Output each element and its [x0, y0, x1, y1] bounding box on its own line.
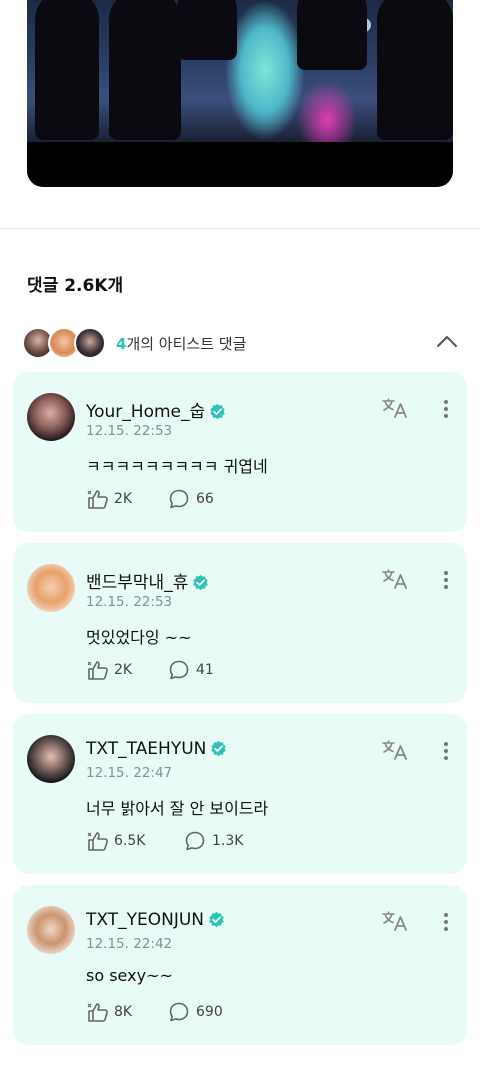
reply-count: 690 — [196, 1004, 223, 1020]
reply-count: 66 — [196, 491, 214, 507]
like-count: 2K — [114, 662, 133, 678]
reply-button[interactable]: 41 — [168, 659, 248, 681]
verified-badge-icon — [210, 403, 225, 420]
comment-bubble-icon — [185, 831, 205, 851]
reply-button[interactable]: 66 — [168, 488, 248, 510]
comment-text: 너무 밝아서 잘 안 보이드라 — [86, 799, 269, 818]
more-options-icon[interactable] — [443, 741, 449, 761]
translate-icon[interactable] — [381, 910, 409, 932]
video-frame — [27, 0, 453, 142]
like-icon — [87, 832, 108, 851]
like-icon — [87, 1003, 108, 1022]
like-button[interactable]: 6.5K — [86, 830, 166, 852]
username-text: Your_Home_숩 — [86, 402, 206, 422]
verified-badge-icon — [193, 574, 209, 591]
like-icon — [87, 490, 108, 509]
verified-badge-icon — [211, 740, 227, 757]
comment-card: Your_Home_숩 12.15. 22:53 ㅋㅋㅋㅋㅋㅋㅋㅋㅋ 귀엽네 2… — [13, 372, 467, 532]
username[interactable]: Your_Home_숩 — [86, 397, 226, 422]
avatar — [74, 327, 106, 359]
avatar[interactable] — [27, 564, 75, 612]
artist-comments-toggle[interactable]: 4개의 아티스트 댓글 — [22, 327, 462, 359]
comment-card: TXT_YEONJUN 12.15. 22:42 so sexy~~ 8K 69… — [13, 885, 467, 1045]
reply-button[interactable]: 690 — [168, 1001, 258, 1023]
verified-badge-icon — [209, 911, 224, 928]
comment-card: 밴드부막내_휴 12.15. 22:53 멋있었다잉 ~~ 2K 41 — [13, 543, 467, 703]
like-button[interactable]: 8K — [86, 1001, 156, 1023]
comment-timestamp: 12.15. 22:42 — [86, 936, 173, 952]
more-options-icon[interactable] — [443, 399, 449, 419]
like-count: 2K — [114, 491, 133, 507]
like-count: 8K — [114, 1004, 133, 1020]
like-button[interactable]: 2K — [86, 488, 156, 510]
username-text: TXT_TAEHYUN — [86, 739, 207, 759]
translate-icon[interactable] — [381, 739, 409, 761]
comment-timestamp: 12.15. 22:47 — [86, 765, 173, 781]
comment-timestamp: 12.15. 22:53 — [86, 423, 173, 439]
section-divider — [0, 228, 480, 229]
more-options-icon[interactable] — [443, 570, 449, 590]
comment-timestamp: 12.15. 22:53 — [86, 594, 173, 610]
translate-icon[interactable] — [381, 397, 409, 419]
like-count: 6.5K — [114, 833, 146, 849]
comments-count-title: 댓글 2.6K개 — [27, 276, 124, 296]
username-text: TXT_YEONJUN — [86, 910, 205, 930]
avatar[interactable] — [27, 906, 75, 954]
like-button[interactable]: 2K — [86, 659, 156, 681]
video-player[interactable] — [27, 0, 453, 187]
comment-text: so sexy~~ — [86, 966, 173, 985]
comment-bubble-icon — [169, 1002, 189, 1022]
reply-count: 1.3K — [212, 833, 244, 849]
username[interactable]: TXT_YEONJUN — [86, 910, 225, 930]
comment-bubble-icon — [169, 489, 189, 509]
avatar[interactable] — [27, 393, 75, 441]
reply-count: 41 — [196, 662, 214, 678]
comment-text: 멋있었다잉 ~~ — [86, 628, 192, 647]
chevron-up-icon[interactable] — [436, 333, 458, 349]
artist-comments-suffix: 개의 아티스트 댓글 — [126, 335, 247, 353]
reply-button[interactable]: 1.3K — [184, 830, 274, 852]
artist-comments-label: 4개의 아티스트 댓글 — [116, 333, 246, 354]
comment-text: ㅋㅋㅋㅋㅋㅋㅋㅋㅋ 귀엽네 — [86, 457, 268, 476]
comment-bubble-icon — [169, 660, 189, 680]
translate-icon[interactable] — [381, 568, 409, 590]
more-options-icon[interactable] — [443, 912, 449, 932]
avatar[interactable] — [27, 735, 75, 783]
comment-card: TXT_TAEHYUN 12.15. 22:47 너무 밝아서 잘 안 보이드라… — [13, 714, 467, 874]
username[interactable]: TXT_TAEHYUN — [86, 739, 227, 759]
username-text: 밴드부막내_휴 — [86, 573, 189, 593]
like-icon — [87, 661, 108, 680]
artist-count: 4 — [116, 335, 127, 353]
username[interactable]: 밴드부막내_휴 — [86, 568, 209, 593]
